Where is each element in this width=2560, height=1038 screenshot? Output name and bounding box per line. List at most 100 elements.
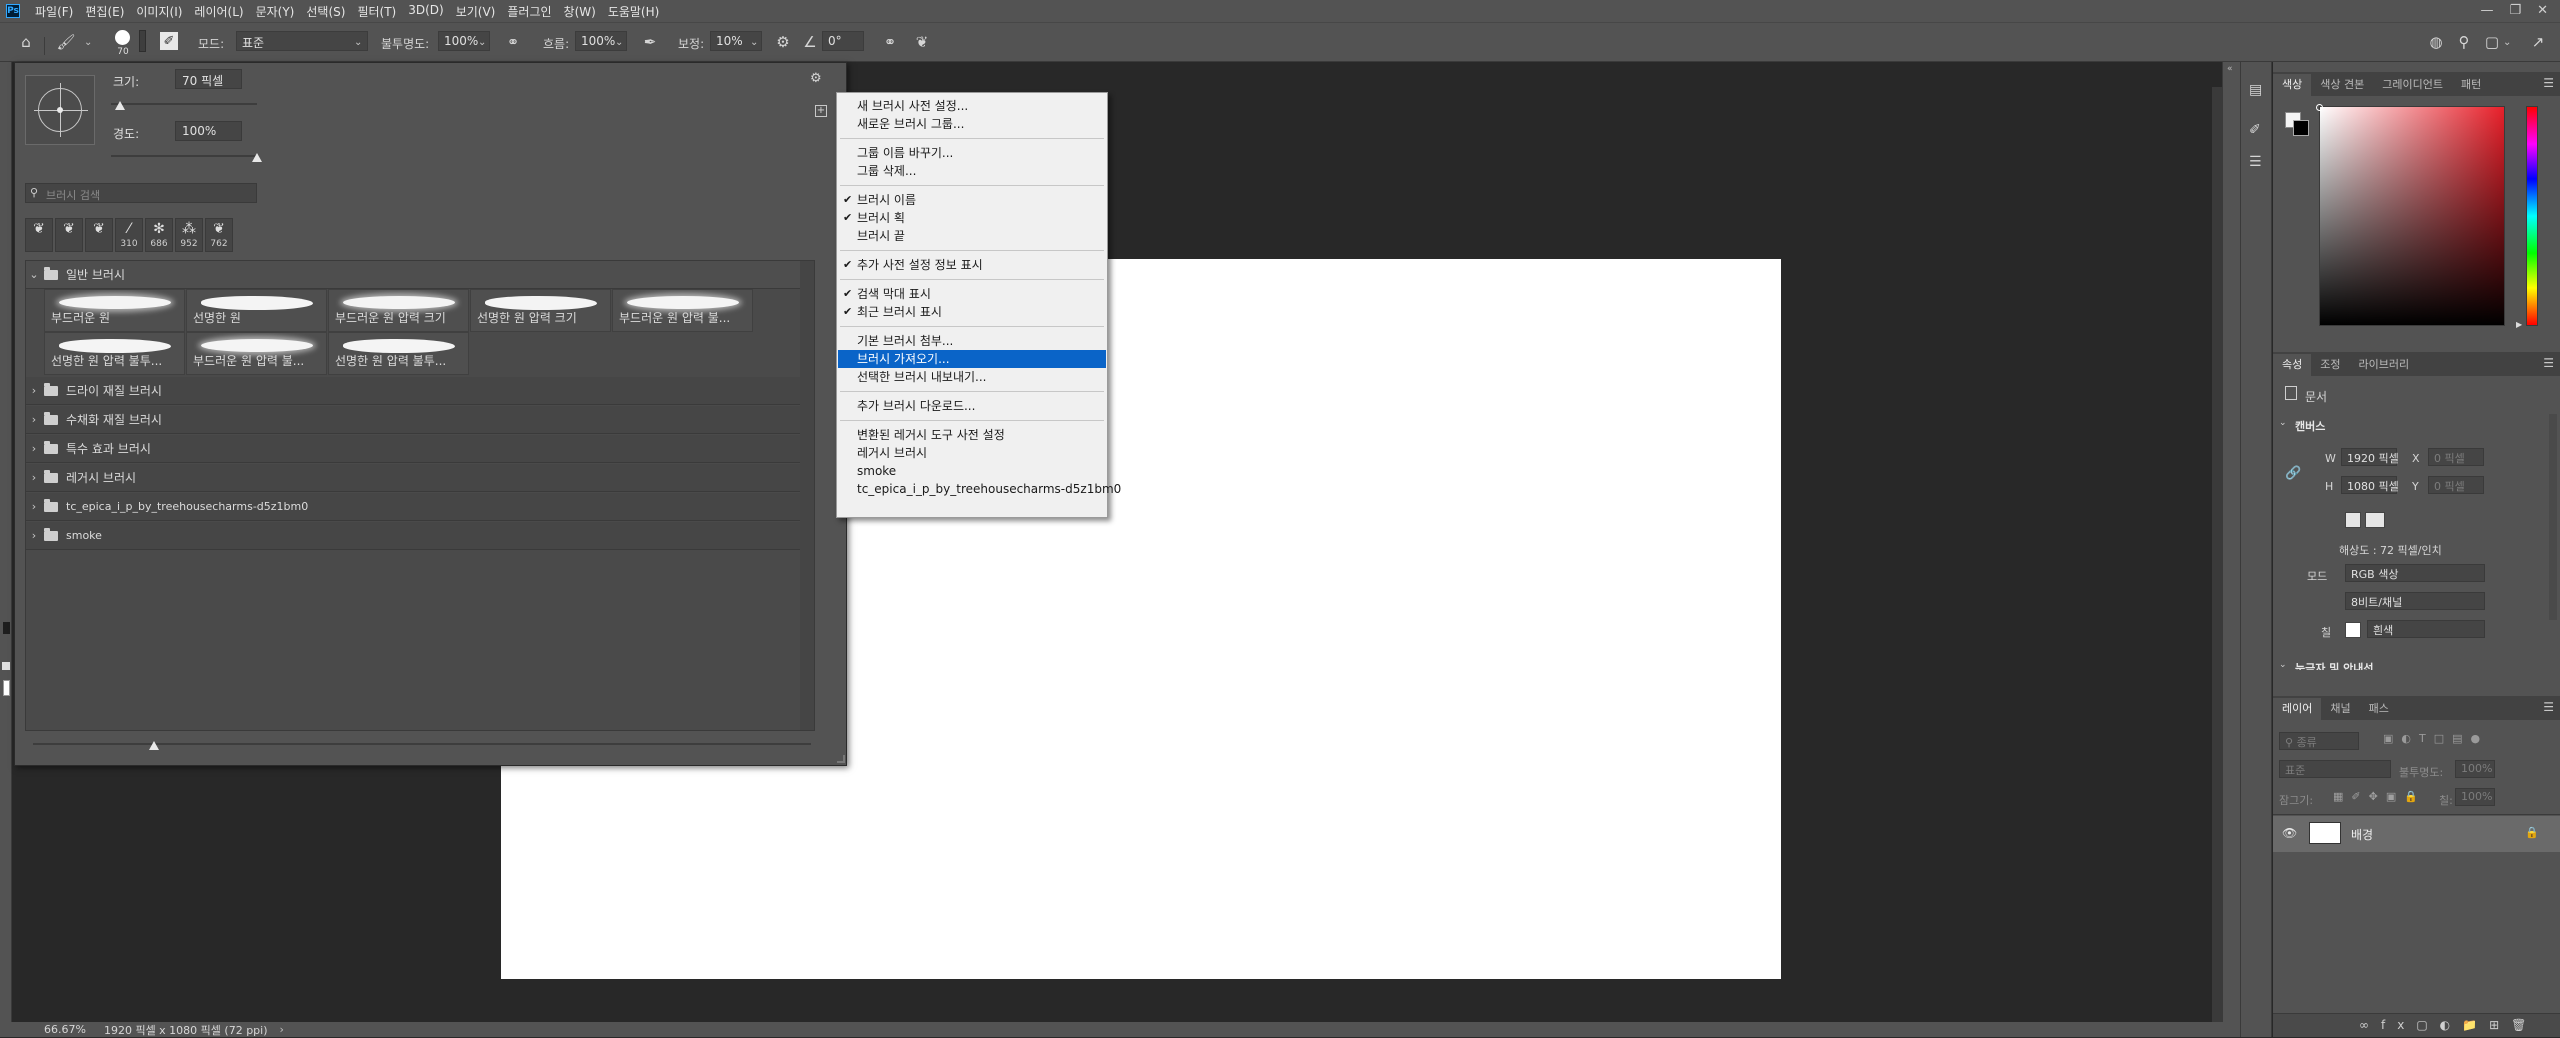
collapse-icon[interactable]: « xyxy=(2227,64,2233,74)
menu-item[interactable]: ✔ 브러시 이름 xyxy=(838,191,1106,209)
brush-angle-input[interactable]: 0° xyxy=(822,31,864,51)
brush-group[interactable]: › 드라이 재질 브러시 xyxy=(26,377,800,405)
menu-item[interactable]: 브러시 끝 xyxy=(838,227,1106,245)
chevron-right-icon[interactable]: › xyxy=(26,413,42,426)
menu-item[interactable]: 보기(V) xyxy=(450,3,502,20)
brush-tool-icon[interactable]: 🖌 xyxy=(56,32,76,52)
brush-preset-tile[interactable]: 부드러운 원 xyxy=(44,289,185,332)
brush-preset-tile[interactable]: 선명한 원 압력 크기 xyxy=(470,289,611,332)
share-icon[interactable]: ↗ xyxy=(2528,32,2548,52)
chevron-right-icon[interactable]: ⌄ xyxy=(2279,660,2287,670)
preview-size-slider-thumb[interactable] xyxy=(149,741,159,750)
pressure-size-icon[interactable]: ⚭ xyxy=(880,32,900,52)
menu-item[interactable]: 그룹 이름 바꾸기... xyxy=(838,144,1106,162)
color-picker-handle[interactable] xyxy=(2316,104,2323,111)
menu-item[interactable]: ✔ 추가 사전 설정 정보 표시 xyxy=(838,256,1106,274)
portrait-orientation-icon[interactable] xyxy=(2345,512,2361,528)
layer-fill-input[interactable]: 100% xyxy=(2455,788,2495,806)
new-preset-icon[interactable]: + xyxy=(815,105,827,117)
menu-item[interactable]: 도움말(H) xyxy=(602,3,666,20)
link-icon[interactable]: 🔗 xyxy=(2285,466,2301,481)
menu-item[interactable]: 선택한 브러시 내보내기... xyxy=(838,368,1106,386)
tab-adjustments[interactable]: 조정 xyxy=(2311,354,2349,376)
brush-list-scrollbar[interactable] xyxy=(800,261,814,730)
minimize-icon[interactable]: — xyxy=(2480,3,2493,18)
tab-libraries[interactable]: 라이브러리 xyxy=(2350,354,2419,376)
fill-select[interactable]: 흰색 xyxy=(2367,620,2485,638)
tab-patterns[interactable]: 패턴 xyxy=(2452,74,2490,96)
brush-preset-tile[interactable]: 부드러운 원 압력 크기 xyxy=(328,289,469,332)
learn-icon[interactable]: ◍ xyxy=(2426,32,2446,52)
chevron-down-icon[interactable]: ⌄ xyxy=(84,37,92,48)
layer-opacity-input[interactable]: 100% xyxy=(2455,760,2495,778)
brush-search-field[interactable]: ⚲ 브러시 검색 xyxy=(25,183,257,203)
layer-row[interactable]: 👁 배경 🔒 xyxy=(2273,816,2560,852)
menu-item[interactable]: ✔ 최근 브러시 표시 xyxy=(838,303,1106,321)
menu-item[interactable]: ✔ 검색 막대 표시 xyxy=(838,285,1106,303)
zoom-level[interactable]: 66.67% xyxy=(44,1023,86,1036)
menu-item[interactable]: 기본 브러시 첨부... xyxy=(838,332,1106,350)
size-input[interactable]: 70 픽셀 xyxy=(175,69,242,89)
chevron-right-icon[interactable]: › xyxy=(26,471,42,484)
tool-slot[interactable] xyxy=(3,622,10,634)
size-slider-track[interactable] xyxy=(111,103,257,105)
menu-item[interactable]: 창(W) xyxy=(558,3,602,20)
menu-item[interactable]: 플러그인 xyxy=(501,3,557,20)
brush-tip-angle-preview[interactable] xyxy=(25,75,95,145)
chevron-right-icon[interactable]: › xyxy=(26,529,42,542)
tab-color[interactable]: 색상 xyxy=(2273,74,2312,96)
recent-brush-tip[interactable]: ❦ 762 xyxy=(205,218,233,252)
chevron-down-icon[interactable]: ⌄ xyxy=(615,37,623,48)
menu-item[interactable]: 변환된 레거시 도구 사전 설정 xyxy=(838,426,1106,444)
eye-icon[interactable]: 👁 xyxy=(2282,826,2297,840)
landscape-orientation-icon[interactable] xyxy=(2365,512,2385,528)
menu-item[interactable]: 추가 브러시 다운로드... xyxy=(838,397,1106,415)
brush-group[interactable]: › tc_epica_i_p_by_treehousecharms-d5z1bm0 xyxy=(26,493,800,521)
properties-scrollbar[interactable] xyxy=(2549,414,2557,620)
menu-item[interactable]: 그룹 삭제... xyxy=(838,162,1106,180)
brush-preset-tile[interactable]: 선명한 원 xyxy=(186,289,327,332)
menu-item[interactable]: 새 브러시 사전 설정... xyxy=(838,97,1106,115)
tab-properties[interactable]: 속성 xyxy=(2273,354,2312,376)
height-input[interactable]: 1080 픽셀 xyxy=(2341,476,2399,494)
recent-brush-tip[interactable]: ❦ xyxy=(55,218,83,252)
layer-action-icons[interactable]: ∞fx▢◐📁⊞🗑 xyxy=(2359,1018,2538,1032)
chevron-right-icon[interactable]: › xyxy=(280,1023,284,1036)
layer-filter-select[interactable]: ⚲ 종류 xyxy=(2279,732,2359,750)
brush-preset-tile[interactable]: 부드러운 원 압력 불... xyxy=(186,332,327,375)
brush-preset-tile[interactable]: 부드러운 원 압력 불... xyxy=(612,289,753,332)
hue-slider-thumb[interactable]: ▶ xyxy=(2516,320,2522,329)
menu-item[interactable]: 브러시 가져오기... xyxy=(838,350,1106,368)
chevron-down-icon[interactable]: ⌄ xyxy=(2503,37,2511,48)
background-color-swatch[interactable] xyxy=(3,680,10,696)
hardness-input[interactable]: 100% xyxy=(175,121,242,141)
tab-layers[interactable]: 레이어 xyxy=(2273,698,2322,720)
brush-preset-picker[interactable]: 70 xyxy=(112,29,134,57)
brush-group[interactable]: › 수채화 재질 브러시 xyxy=(26,406,800,434)
menu-item[interactable]: 필터(T) xyxy=(351,3,402,20)
recent-brush-tip[interactable]: ❦ xyxy=(85,218,113,252)
chevron-down-icon[interactable]: ⌄ xyxy=(26,268,42,281)
tab-paths[interactable]: 패스 xyxy=(2360,698,2398,720)
symmetry-butterfly-icon[interactable]: ❦ xyxy=(912,32,932,52)
layer-filter-icons[interactable]: ▣◐T□▤● xyxy=(2383,732,2488,745)
menu-item[interactable]: 새로운 브러시 그룹... xyxy=(838,115,1106,133)
panel-menu-icon[interactable]: ☰ xyxy=(2543,700,2554,714)
search-icon[interactable]: ⚲ xyxy=(2454,32,2474,52)
angle-handle[interactable] xyxy=(57,107,63,113)
color-saturation-field[interactable] xyxy=(2319,106,2505,326)
menu-item[interactable]: tc_epica_i_p_by_treehousecharms-d5z1bm0 xyxy=(838,480,1121,498)
recent-brush-tip[interactable]: ❦ xyxy=(25,218,53,252)
menu-item[interactable]: 선택(S) xyxy=(300,3,351,20)
background-color-swatch[interactable] xyxy=(2293,120,2309,136)
width-input[interactable]: 1920 픽셀 xyxy=(2341,448,2399,466)
lock-icons[interactable]: ▦✐✥▣🔒 xyxy=(2333,790,2426,803)
brush-group[interactable]: › 레거시 브러시 xyxy=(26,464,800,492)
restore-icon[interactable]: ❐ xyxy=(2509,3,2521,18)
brush-group[interactable]: › 특수 효과 브러시 xyxy=(26,435,800,463)
menu-item[interactable]: ✔ 브러시 획 xyxy=(838,209,1106,227)
foreground-color-swatch[interactable] xyxy=(2,662,10,670)
close-icon[interactable]: ✕ xyxy=(2537,3,2548,18)
panel-menu-icon[interactable]: ☰ xyxy=(2543,76,2554,90)
chevron-right-icon[interactable]: › xyxy=(26,500,42,513)
